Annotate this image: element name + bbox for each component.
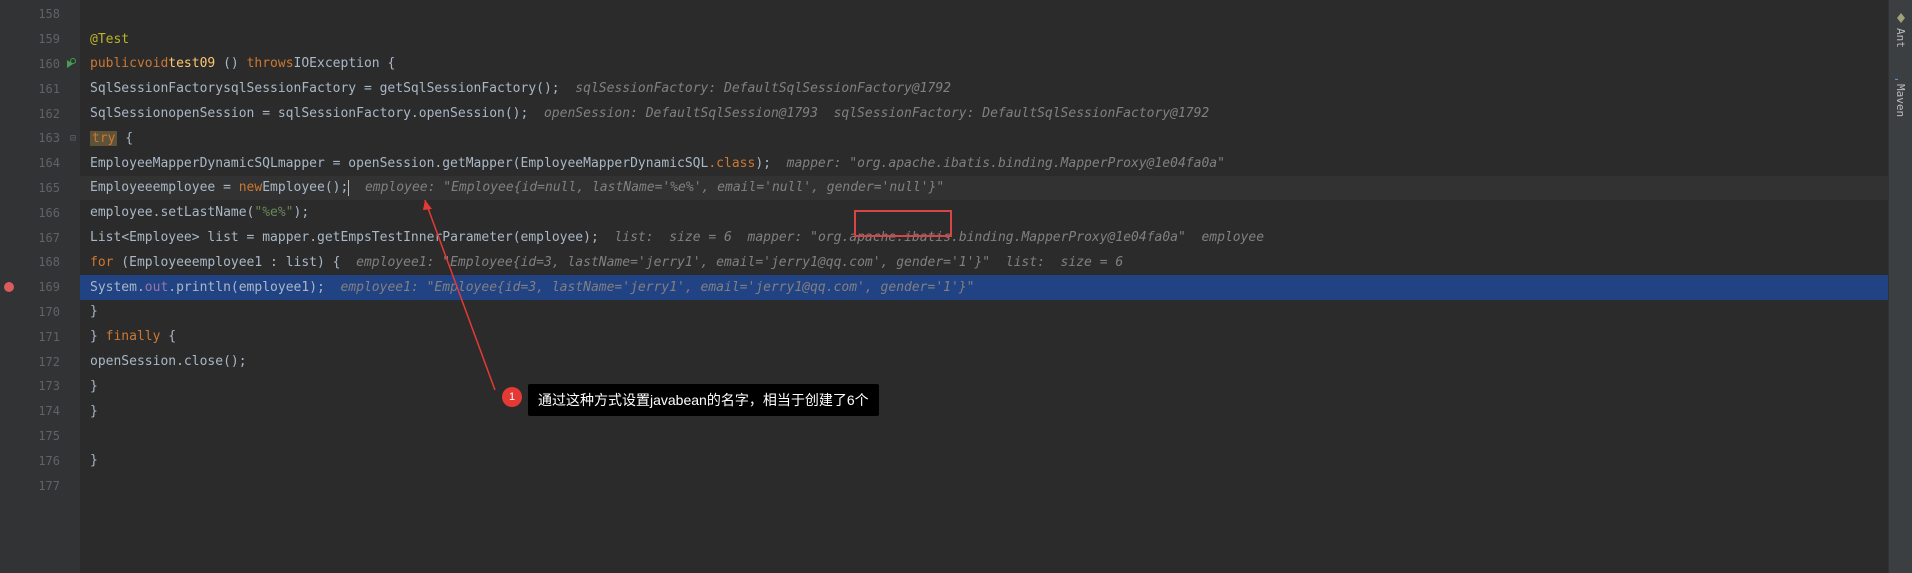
code-line-170: } [80, 300, 1888, 325]
code-line-164: EmployeeMapperDynamicSQL mapper = openSe… [80, 151, 1888, 176]
annotation-badge: 1 [502, 387, 522, 407]
gutter-line[interactable]: 158 [0, 2, 80, 27]
gutter-line[interactable]: 170 [0, 300, 80, 325]
code-line-173: } [80, 374, 1888, 399]
gutter-line[interactable]: 177 [0, 473, 80, 498]
run-recycle-icon[interactable] [64, 57, 78, 71]
code-line-176: } [80, 448, 1888, 473]
gutter-line[interactable]: 174 [0, 399, 80, 424]
gutter-line[interactable]: 173 [0, 374, 80, 399]
right-tool-panel: Ant m Maven [1888, 0, 1912, 573]
code-line-171: } finally { [80, 324, 1888, 349]
gutter-line[interactable]: 168 [0, 250, 80, 275]
code-line-165: Employee employee = new Employee(); empl… [80, 176, 1888, 201]
annotation-text: 通过这种方式设置javabean的名字，相当于创建了6个 [528, 384, 879, 416]
gutter-line[interactable]: 171 [0, 324, 80, 349]
code-line-167: List<Employee> list = mapper.getEmpsTest… [80, 225, 1888, 250]
gutter-line[interactable]: 159 [0, 27, 80, 52]
code-line-174: } [80, 399, 1888, 424]
editor-container: 158 159 160 161 162 163⊟ 164 165 166 167… [0, 0, 1912, 573]
code-line-158 [80, 2, 1888, 27]
gutter-line[interactable]: 176 [0, 448, 80, 473]
code-line-175 [80, 424, 1888, 449]
gutter-line[interactable]: 166 [0, 200, 80, 225]
gutter-line[interactable]: 175 [0, 424, 80, 449]
code-line-169: System.out.println(employee1); employee1… [80, 275, 1888, 300]
gutter-line[interactable]: 167 [0, 225, 80, 250]
gutter-line[interactable]: 164 [0, 151, 80, 176]
gutter-line[interactable]: 162 [0, 101, 80, 126]
code-line-166: employee.setLastName("%e%"); [80, 200, 1888, 225]
gutter: 158 159 160 161 162 163⊟ 164 165 166 167… [0, 0, 80, 573]
svg-text:m: m [1895, 78, 1902, 80]
code-area[interactable]: @Test public void test09 () throws IOExc… [80, 0, 1888, 573]
code-line-160: public void test09 () throws IOException… [80, 52, 1888, 77]
ant-icon [1895, 12, 1907, 24]
code-line-168: for (Employee employee1 : list) { employ… [80, 250, 1888, 275]
code-line-163: try { [80, 126, 1888, 151]
gutter-line[interactable]: 163⊟ [0, 126, 80, 151]
maven-tab[interactable]: m Maven [1892, 64, 1909, 121]
gutter-line[interactable]: 165 [0, 176, 80, 201]
gutter-line[interactable]: 161 [0, 76, 80, 101]
code-line-161: SqlSessionFactory sqlSessionFactory = ge… [80, 76, 1888, 101]
gutter-line[interactable]: 169 [0, 275, 80, 300]
ant-tab[interactable]: Ant [1892, 8, 1909, 52]
gutter-line[interactable]: 172 [0, 349, 80, 374]
code-line-159: @Test [80, 27, 1888, 52]
breakpoint-icon[interactable] [2, 280, 16, 294]
maven-icon: m [1895, 68, 1907, 80]
gutter-line[interactable]: 160 [0, 52, 80, 77]
code-line-172: openSession.close(); [80, 349, 1888, 374]
code-line-162: SqlSession openSession = sqlSessionFacto… [80, 101, 1888, 126]
code-line-177 [80, 473, 1888, 498]
